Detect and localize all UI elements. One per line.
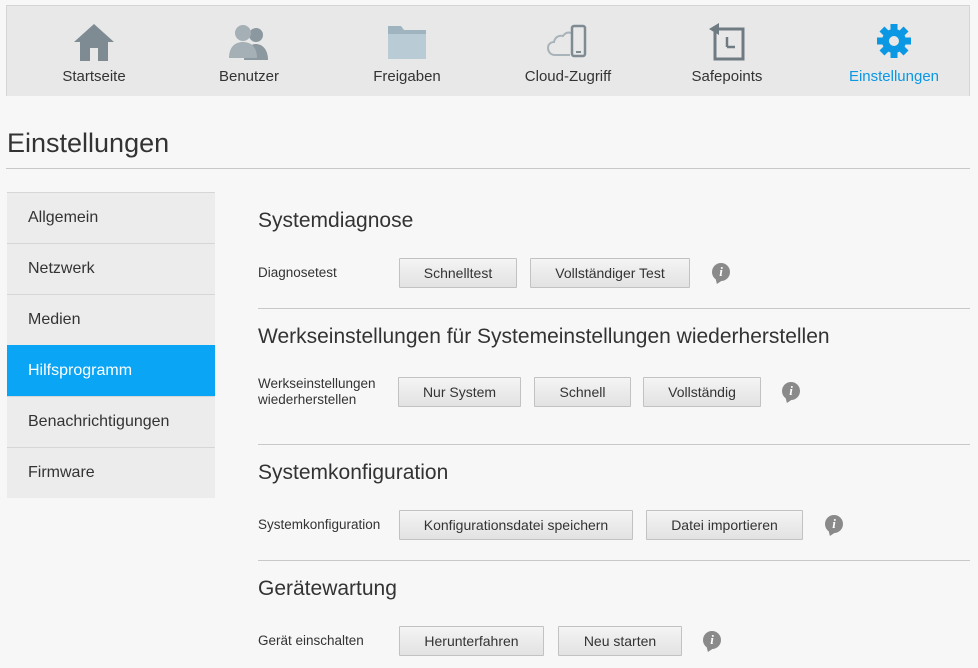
nav-label-freigaben: Freigaben	[373, 68, 441, 85]
werkseinstellungen-label-line1: Werkseinstellungen	[258, 376, 376, 391]
geraet-einschalten-label: Gerät einschalten	[258, 633, 364, 648]
nav-item-freigaben[interactable]: Freigaben	[340, 6, 474, 97]
cloud-device-icon	[546, 24, 587, 58]
section-title-systemdiagnose: Systemdiagnose	[258, 209, 414, 232]
sidebar-item-medien[interactable]: Medien	[7, 294, 215, 345]
nav-label-benutzer: Benutzer	[218, 68, 280, 85]
section-title-geraetewartung: Gerätewartung	[258, 577, 397, 600]
systemkonfiguration-label: Systemkonfiguration	[258, 517, 381, 532]
section-divider	[258, 560, 970, 561]
diagnosetest-label: Diagnosetest	[258, 265, 337, 280]
herunterfahren-button[interactable]: Herunterfahren	[399, 626, 544, 656]
nav-item-startseite[interactable]: Startseite	[27, 6, 161, 97]
sidebar: Allgemein Netzwerk Medien Hilfsprogramm …	[7, 192, 215, 498]
users-icon	[229, 25, 268, 60]
sidebar-item-benachrichtigungen[interactable]: Benachrichtigungen	[7, 396, 215, 447]
info-icon[interactable]: i	[703, 631, 721, 649]
schnell-button[interactable]: Schnell	[534, 377, 631, 407]
nav-item-einstellungen[interactable]: Einstellungen	[827, 6, 961, 97]
home-icon	[74, 24, 114, 61]
schnelltest-button[interactable]: Schnelltest	[399, 258, 517, 288]
section-divider	[258, 308, 970, 309]
info-icon[interactable]: i	[712, 263, 730, 281]
nav-item-cloud-zugriff[interactable]: Cloud-Zugriff	[501, 6, 635, 97]
section-divider	[258, 444, 970, 445]
sidebar-item-hilfsprogramm[interactable]: Hilfsprogramm	[7, 345, 215, 396]
page-title: Einstellungen	[7, 128, 170, 158]
nav-label-startseite: Startseite	[62, 68, 126, 85]
datei-importieren-button[interactable]: Datei importieren	[646, 510, 803, 540]
werkseinstellungen-label: Werkseinstellungen wiederherstellen	[258, 376, 376, 408]
info-icon[interactable]: i	[825, 515, 843, 533]
info-icon[interactable]: i	[782, 382, 800, 400]
nav-label-cloud-zugriff: Cloud-Zugriff	[524, 68, 612, 85]
section-title-werkseinstellungen: Werkseinstellungen für Systemeinstellung…	[258, 325, 830, 348]
section-title-systemkonfiguration: Systemkonfiguration	[258, 461, 449, 484]
sidebar-item-netzwerk[interactable]: Netzwerk	[7, 243, 215, 294]
neu-starten-button[interactable]: Neu starten	[558, 626, 682, 656]
nav-label-safepoints: Safepoints	[691, 68, 763, 85]
vollstaendig-button[interactable]: Vollständig	[643, 377, 761, 407]
sidebar-item-firmware[interactable]: Firmware	[7, 447, 215, 498]
nav-item-benutzer[interactable]: Benutzer	[182, 6, 316, 97]
folder-icon	[388, 26, 426, 59]
safepoint-icon	[709, 23, 745, 61]
nav-label-einstellungen: Einstellungen	[848, 68, 940, 85]
vollstaendiger-test-button[interactable]: Vollständiger Test	[530, 258, 690, 288]
konfigurationsdatei-speichern-button[interactable]: Konfigurationsdatei speichern	[399, 510, 633, 540]
nur-system-button[interactable]: Nur System	[398, 377, 521, 407]
title-divider	[6, 168, 970, 169]
gear-icon	[877, 24, 911, 58]
sidebar-item-allgemein[interactable]: Allgemein	[7, 192, 215, 243]
nav-item-safepoints[interactable]: Safepoints	[660, 6, 794, 97]
top-navigation: Startseite Benutzer Freigaben Cloud-Zugr…	[6, 5, 970, 96]
werkseinstellungen-label-line2: wiederherstellen	[258, 392, 357, 407]
